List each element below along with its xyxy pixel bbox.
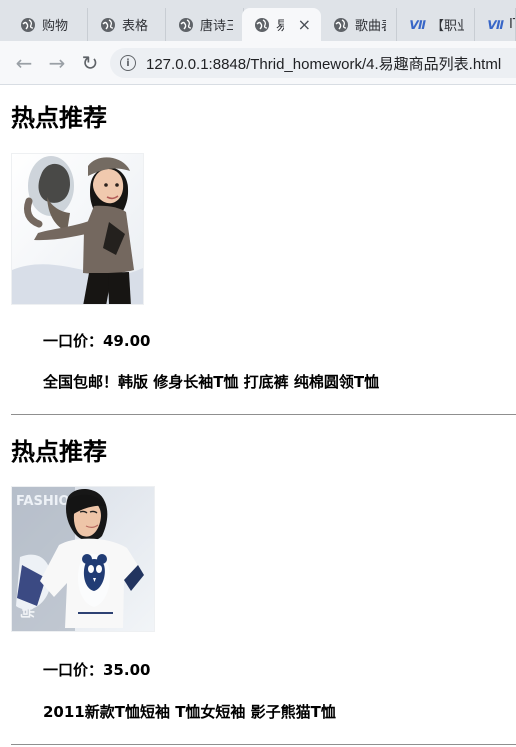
product-description: 全国包邮！韩版 修身长袖T恤 打底裤 纯棉圆领T恤 [43, 373, 380, 391]
section-divider [11, 414, 516, 415]
product-image: FASHION 时尚 [11, 486, 155, 632]
product-price: 一口价：49.00 [43, 332, 151, 350]
tab-tang-poems[interactable]: 唐诗三 [166, 8, 244, 41]
tab-label: IT [509, 17, 515, 32]
tab-label: 歌曲表 [355, 19, 386, 34]
reload-button[interactable]: ↻ [78, 51, 102, 75]
tab-label: 购物 [42, 19, 69, 34]
tab-label: 【职业 [431, 19, 464, 34]
globe-icon [254, 17, 270, 33]
product-photo-short-sleeve-t-shirt: FASHION 时尚 [12, 487, 154, 631]
tab-it[interactable]: Ⅶ IT [475, 8, 516, 41]
tab-label: 唐诗三 [200, 19, 233, 34]
close-tab-icon[interactable]: × [298, 16, 311, 33]
browser-window: 购物 表格 唐诗三 [0, 0, 516, 747]
site-icon: Ⅶ [485, 17, 505, 32]
globe-icon [333, 17, 349, 33]
section-title: 热点推荐 [11, 438, 107, 466]
url-text[interactable]: 127.0.0.1:8848/Thrid_homework/4.易趣商品列表.h… [146, 53, 501, 74]
tab-shopping[interactable]: 购物 [8, 8, 88, 41]
browser-toolbar: ← → ↻ i 127.0.0.1:8848/Thrid_homework/4.… [0, 41, 516, 85]
tab-yiqu-active[interactable]: 易趣 × [242, 8, 321, 41]
product-list-page: 热点推荐 一口价：49.00 全国包邮！韩版 修身长袖T恤 打底裤 纯棉圆领T恤… [0, 85, 516, 747]
globe-icon [20, 17, 36, 33]
forward-button[interactable]: → [45, 51, 69, 75]
address-bar[interactable]: i 127.0.0.1:8848/Thrid_homework/4.易趣商品列表… [110, 48, 516, 78]
tab-label: 表格 [122, 19, 149, 34]
page-title: 热点推荐 [11, 104, 107, 132]
tab-table[interactable]: 表格 [88, 8, 166, 41]
product-description: 2011新款T恤短袖 T恤女短袖 影子熊猫T恤 [43, 703, 336, 721]
globe-icon [178, 17, 194, 33]
tab-career[interactable]: Ⅶ 【职业 [397, 8, 475, 41]
tab-strip: 购物 表格 唐诗三 [0, 0, 516, 42]
info-icon[interactable]: i [120, 55, 136, 71]
globe-icon [100, 17, 116, 33]
section-divider [11, 744, 516, 745]
tab-label: 易趣 [276, 15, 284, 34]
product-price: 一口价：35.00 [43, 661, 151, 679]
product-image [11, 153, 144, 305]
back-button[interactable]: ← [12, 51, 36, 75]
tab-song-list[interactable]: 歌曲表 [321, 8, 397, 41]
site-icon: Ⅶ [407, 17, 427, 32]
product-photo-long-sleeve-t-shirt [12, 154, 143, 304]
